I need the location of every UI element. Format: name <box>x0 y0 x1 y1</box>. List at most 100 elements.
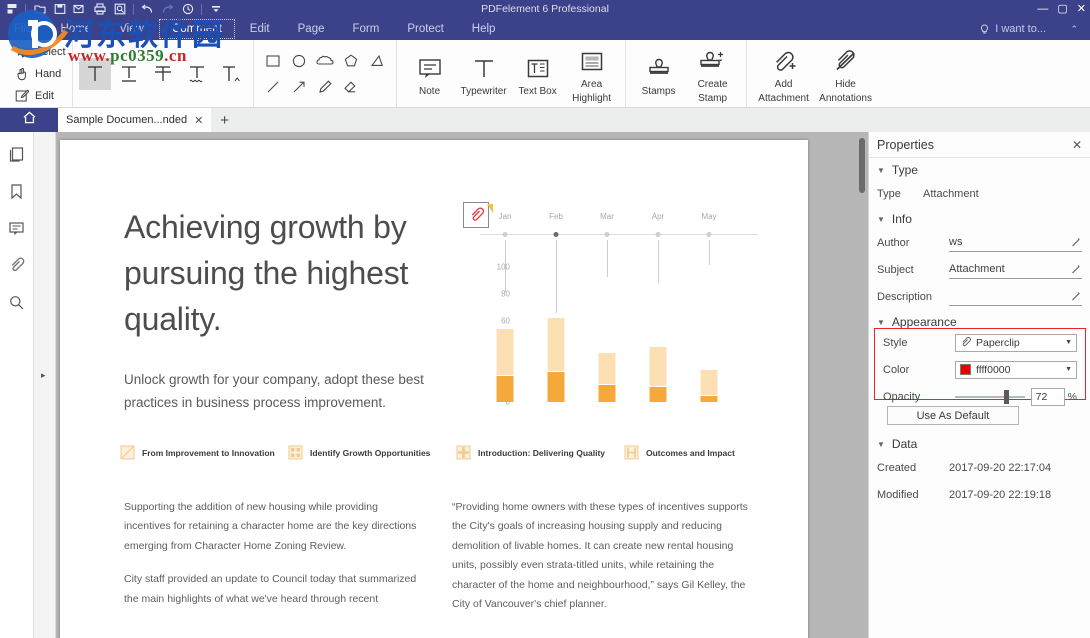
menu-item-edit[interactable]: Edit <box>236 18 284 40</box>
chart-point-may[interactable] <box>707 232 712 237</box>
author-field[interactable]: ws <box>949 234 1082 252</box>
column-left-paragraph-2: City staff provided an update to Council… <box>124 570 424 609</box>
chart-tick-may: May <box>701 212 716 221</box>
pencil-tool[interactable] <box>313 75 337 99</box>
caret-insert-tool[interactable] <box>215 58 247 90</box>
chart-bar-feb-base <box>548 371 565 402</box>
sidebar-item-comments[interactable] <box>7 218 27 238</box>
document-tab[interactable]: Sample Documen...nded ✕ <box>58 108 211 132</box>
new-tab-button[interactable]: + <box>211 108 238 132</box>
minimize-button[interactable]: — <box>1037 4 1048 15</box>
created-label: Created <box>877 462 949 474</box>
column-left-paragraph-1: Supporting the addition of new housing w… <box>124 498 424 556</box>
hide-annotations-button[interactable]: Hide Annotations <box>815 40 877 107</box>
open-folder-icon[interactable] <box>33 3 46 16</box>
arrow-tool[interactable] <box>287 75 311 99</box>
stamps-label: Stamps <box>642 86 676 98</box>
chevron-down-icon-type: ▼ <box>877 166 885 175</box>
maximize-button[interactable]: ▢ <box>1057 4 1067 15</box>
sidebar-item-bookmarks[interactable] <box>7 181 27 201</box>
create-stamp-icon <box>698 47 728 77</box>
ribbon-group-shapes <box>253 40 396 107</box>
ellipse-tool[interactable] <box>287 49 311 73</box>
description-field[interactable] <box>949 288 1082 306</box>
select-tool-button[interactable]: Select <box>14 42 66 61</box>
document-view[interactable]: Achieving growth by pursuing the highest… <box>56 132 868 638</box>
sidebar-item-thumbnails[interactable] <box>7 144 27 164</box>
chart-bar-may[interactable] <box>701 370 718 402</box>
chart-bar-apr[interactable] <box>650 347 667 402</box>
menu-item-file[interactable]: File <box>0 18 47 40</box>
ribbon-group-stamps: Stamps Create Stamp <box>625 40 746 107</box>
close-button[interactable]: ✕ <box>1077 4 1086 15</box>
document-scrollbar-thumb[interactable] <box>859 138 865 193</box>
style-dropdown[interactable]: Paperclip ▼ <box>955 334 1077 352</box>
line-tool[interactable] <box>261 75 285 99</box>
triangle-tool[interactable] <box>365 49 389 73</box>
home-button[interactable] <box>0 108 58 132</box>
menu-item-help[interactable]: Help <box>458 18 510 40</box>
chart-bar-feb[interactable] <box>548 318 565 402</box>
subject-field[interactable]: Attachment <box>949 261 1082 279</box>
left-sidebar <box>0 132 34 638</box>
expand-panel-arrow-icon[interactable]: ▸ <box>41 370 46 381</box>
document-icon[interactable] <box>5 3 18 16</box>
chart-point-jan[interactable] <box>503 232 508 237</box>
chart-bar-jan[interactable] <box>497 329 514 402</box>
chart-tick-jan: Jan <box>499 212 512 221</box>
typewriter-button[interactable]: Typewriter <box>457 40 511 107</box>
use-as-default-button[interactable]: Use As Default <box>887 406 1019 425</box>
color-dropdown[interactable]: ffff0000 ▼ <box>955 361 1077 379</box>
opacity-slider[interactable] <box>955 388 1025 406</box>
hide-annotations-icon <box>831 47 861 77</box>
section-type-title: Type <box>892 163 918 177</box>
created-value: 2017-09-20 22:17:04 <box>949 462 1051 474</box>
chevron-down-icon-data: ▼ <box>877 440 885 449</box>
opacity-input[interactable]: 72 <box>1031 388 1065 406</box>
eraser-tool[interactable] <box>339 75 363 99</box>
area-highlight-button[interactable]: Area Highlight <box>565 40 619 107</box>
chart-stick-feb <box>556 240 557 313</box>
sidebar-item-attachments[interactable] <box>7 255 27 275</box>
edit-tool-button[interactable]: Edit <box>14 86 66 105</box>
add-attachment-button[interactable]: Add Attachment <box>753 40 815 107</box>
stamps-button[interactable]: Stamps <box>632 40 686 107</box>
note-button[interactable]: Note <box>403 40 457 107</box>
chart-point-apr[interactable] <box>656 232 661 237</box>
chart-timeline-track <box>480 234 758 235</box>
collapse-ribbon-button[interactable]: ⌃ <box>1070 18 1078 40</box>
close-tab-icon[interactable]: ✕ <box>194 114 203 127</box>
create-stamp-line1: Create <box>698 79 728 91</box>
chart-bar-jan-base <box>497 375 514 402</box>
chart-point-feb[interactable] <box>554 232 559 237</box>
pdf-page: Achieving growth by pursuing the highest… <box>60 140 808 638</box>
paperclip-icon <box>960 337 971 348</box>
chart-bar-mar[interactable] <box>599 353 616 402</box>
row-created: Created 2017-09-20 22:17:04 <box>869 454 1090 481</box>
chart-point-mar[interactable] <box>605 232 610 237</box>
properties-title: Properties <box>877 138 934 152</box>
document-scrollbar[interactable] <box>856 132 868 638</box>
section-type-header[interactable]: ▼ Type <box>869 158 1090 180</box>
create-stamp-button[interactable]: Create Stamp <box>686 40 740 107</box>
i-want-to-button[interactable]: I want to... <box>979 18 1046 40</box>
chart-bar-jan-growth <box>497 329 514 375</box>
menu-item-form[interactable]: Form <box>338 18 393 40</box>
sidebar-item-search[interactable] <box>7 292 27 312</box>
opacity-slider-knob[interactable] <box>1004 390 1009 404</box>
polygon-tool[interactable] <box>339 49 363 73</box>
hand-tool-button[interactable]: Hand <box>14 64 66 83</box>
section-info-header[interactable]: ▼ Info <box>869 207 1090 229</box>
rectangle-tool[interactable] <box>261 49 285 73</box>
document-columns: Supporting the addition of new housing w… <box>124 498 754 615</box>
cloud-tool[interactable] <box>313 49 337 73</box>
section-appearance-title: Appearance <box>892 315 957 329</box>
menu-item-page[interactable]: Page <box>284 18 339 40</box>
text-box-button[interactable]: Text Box <box>511 40 565 107</box>
section-data-title: Data <box>892 437 917 451</box>
opacity-label: Opacity <box>883 391 955 403</box>
section-data-header[interactable]: ▼ Data <box>869 432 925 454</box>
menu-item-protect[interactable]: Protect <box>393 18 457 40</box>
note-icon <box>417 54 443 84</box>
properties-close-icon[interactable]: ✕ <box>1072 138 1082 152</box>
